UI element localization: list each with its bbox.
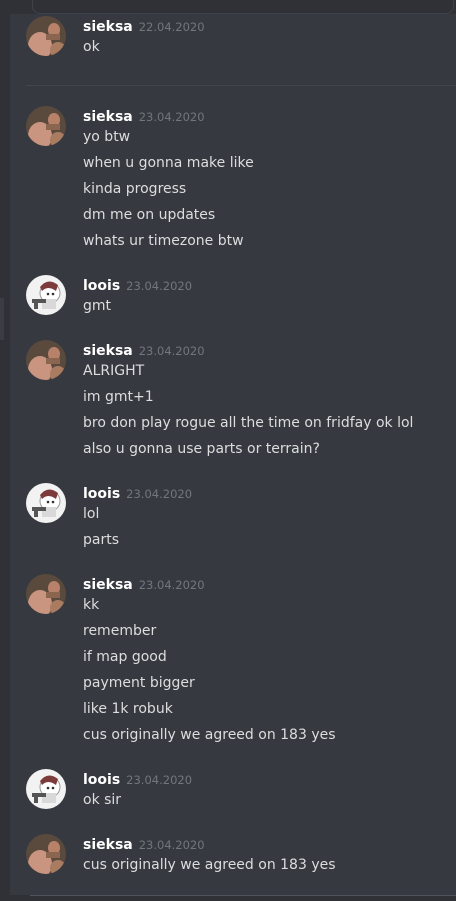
message-text: lol — [83, 506, 100, 522]
message-header: sieksa 22.04.2020 — [83, 16, 205, 36]
message-text: gmt — [83, 298, 112, 314]
message-header: sieksa 23.04.2020 — [83, 574, 205, 594]
message-text: whats ur timezone btw — [83, 233, 244, 249]
sieksa-avatar[interactable] — [26, 106, 66, 146]
message-text: bro don play rogue all the time on fridf… — [83, 415, 414, 431]
sieksa-avatar[interactable] — [26, 340, 66, 380]
message-header: sieksa 23.04.2020 — [83, 340, 205, 360]
timestamp: 23.04.2020 — [138, 344, 205, 358]
timestamp: 23.04.2020 — [138, 578, 205, 592]
message-text: parts — [83, 532, 120, 548]
timestamp: 23.04.2020 — [138, 110, 205, 124]
timestamp: 23.04.2020 — [126, 487, 193, 501]
timestamp: 22.04.2020 — [138, 20, 205, 34]
message-header: sieksa 23.04.2020 — [83, 106, 205, 126]
sieksa-avatar[interactable] — [26, 574, 66, 614]
sieksa-avatar[interactable] — [26, 16, 66, 56]
sieksa-avatar[interactable] — [26, 834, 66, 874]
left-panel-scroll-thumb[interactable] — [0, 298, 4, 340]
username[interactable]: sieksa — [83, 19, 133, 35]
username[interactable]: sieksa — [83, 109, 133, 125]
message-header: loois 23.04.2020 — [83, 769, 192, 789]
input-edge — [30, 895, 456, 896]
username[interactable]: sieksa — [83, 837, 133, 853]
bottom-bar — [0, 895, 456, 901]
message-text: cus originally we agreed on 183 yes — [83, 857, 336, 873]
message-text: ok — [83, 39, 100, 55]
loois-avatar[interactable] — [26, 769, 66, 809]
message-text: like 1k robuk — [83, 701, 173, 717]
message-text: kinda progress — [83, 181, 187, 197]
timestamp: 23.04.2020 — [126, 279, 193, 293]
message-text: kk — [83, 597, 100, 613]
username[interactable]: loois — [83, 772, 120, 788]
message-header: loois 23.04.2020 — [83, 483, 192, 503]
message-text: ok sir — [83, 792, 122, 808]
message-text: im gmt+1 — [83, 389, 154, 405]
date-divider — [26, 85, 456, 86]
username[interactable]: loois — [83, 278, 120, 294]
message-text: ALRIGHT — [83, 363, 145, 379]
message-text: remember — [83, 623, 157, 639]
left-panel-edge — [0, 14, 10, 901]
message-text: also u gonna use parts or terrain? — [83, 441, 320, 457]
username[interactable]: loois — [83, 486, 120, 502]
top-bar — [0, 0, 456, 14]
loois-avatar[interactable] — [26, 275, 66, 315]
loois-avatar[interactable] — [26, 483, 66, 523]
message-header: loois 23.04.2020 — [83, 275, 192, 295]
timestamp: 23.04.2020 — [138, 838, 205, 852]
message-text: cus originally we agreed on 183 yes — [83, 727, 336, 743]
message-text: payment bigger — [83, 675, 195, 691]
message-text: if map good — [83, 649, 167, 665]
username[interactable]: sieksa — [83, 577, 133, 593]
message-header: sieksa 23.04.2020 — [83, 834, 205, 854]
username[interactable]: sieksa — [83, 343, 133, 359]
scroll-indicator — [32, 0, 454, 14]
timestamp: 23.04.2020 — [126, 773, 193, 787]
message-text: when u gonna make like — [83, 155, 254, 171]
message-text: yo btw — [83, 129, 131, 145]
message-text: dm me on updates — [83, 207, 216, 223]
